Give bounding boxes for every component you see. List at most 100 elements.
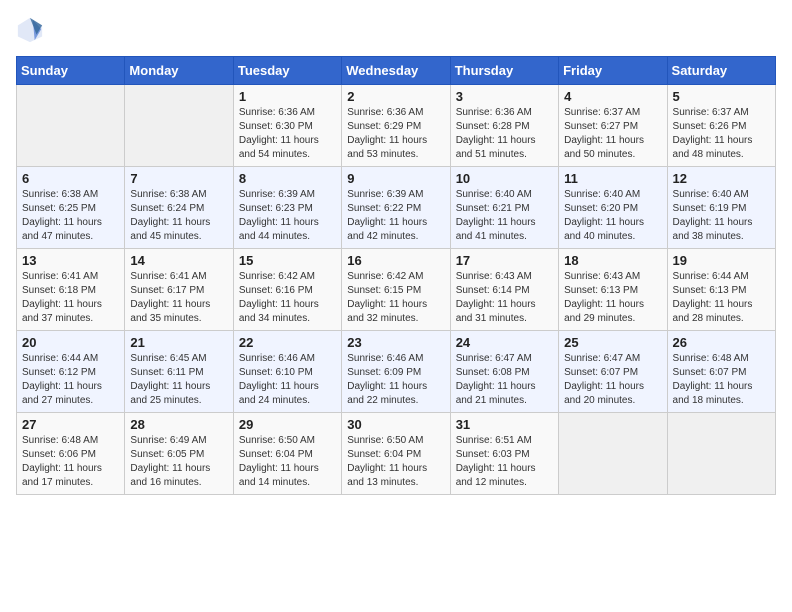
calendar-cell: 30 Sunrise: 6:50 AMSunset: 6:04 PMDayligh… [342, 413, 450, 495]
day-info: Sunrise: 6:37 AMSunset: 6:26 PMDaylight:… [673, 106, 770, 162]
day-number: 21 [130, 335, 227, 350]
day-number: 18 [564, 253, 661, 268]
day-number: 12 [673, 171, 770, 186]
day-info: Sunrise: 6:47 AMSunset: 6:08 PMDaylight:… [456, 352, 553, 408]
day-number: 20 [22, 335, 119, 350]
calendar-cell: 18 Sunrise: 6:43 AMSunset: 6:13 PMDayligh… [559, 249, 667, 331]
day-info: Sunrise: 6:43 AMSunset: 6:13 PMDaylight:… [564, 270, 661, 326]
day-info: Sunrise: 6:50 AMSunset: 6:04 PMDaylight:… [347, 434, 444, 490]
calendar-cell: 25 Sunrise: 6:47 AMSunset: 6:07 PMDayligh… [559, 331, 667, 413]
calendar-cell: 2 Sunrise: 6:36 AMSunset: 6:29 PMDaylight… [342, 85, 450, 167]
day-info: Sunrise: 6:42 AMSunset: 6:15 PMDaylight:… [347, 270, 444, 326]
day-number: 24 [456, 335, 553, 350]
weekday-header-saturday: Saturday [667, 57, 775, 85]
calendar-cell: 14Sunrise: 6:41 AMSunset: 6:17 PMDayligh… [125, 249, 233, 331]
day-number: 27 [22, 417, 119, 432]
day-number: 1 [239, 89, 336, 104]
day-number: 30 [347, 417, 444, 432]
day-info: Sunrise: 6:47 AMSunset: 6:07 PMDaylight:… [564, 352, 661, 408]
calendar-cell: 9Sunrise: 6:39 AMSunset: 6:22 PMDaylight… [342, 167, 450, 249]
day-info: Sunrise: 6:40 AMSunset: 6:21 PMDaylight:… [456, 188, 553, 244]
day-number: 17 [456, 253, 553, 268]
weekday-header-tuesday: Tuesday [233, 57, 341, 85]
calendar-cell: 7 Sunrise: 6:38 AMSunset: 6:24 PMDaylight… [125, 167, 233, 249]
calendar-cell: 26Sunrise: 6:48 AMSunset: 6:07 PMDayligh… [667, 331, 775, 413]
calendar-cell: 16 Sunrise: 6:42 AMSunset: 6:15 PMDayligh… [342, 249, 450, 331]
calendar-cell [125, 85, 233, 167]
day-info: Sunrise: 6:39 AMSunset: 6:23 PMDaylight:… [239, 188, 336, 244]
day-info: Sunrise: 6:36 AMSunset: 6:28 PMDaylight:… [456, 106, 553, 162]
day-info: Sunrise: 6:48 AMSunset: 6:06 PMDaylight:… [22, 434, 119, 490]
day-info: Sunrise: 6:43 AMSunset: 6:14 PMDaylight:… [456, 270, 553, 326]
day-number: 23 [347, 335, 444, 350]
calendar-cell [667, 413, 775, 495]
day-number: 29 [239, 417, 336, 432]
calendar-cell: 8 Sunrise: 6:39 AMSunset: 6:23 PMDaylight… [233, 167, 341, 249]
calendar-table: SundayMondayTuesdayWednesdayThursdayFrid… [16, 56, 776, 495]
calendar-cell: 21Sunrise: 6:45 AMSunset: 6:11 PMDayligh… [125, 331, 233, 413]
day-info: Sunrise: 6:50 AMSunset: 6:04 PMDaylight:… [239, 434, 336, 490]
weekday-header-row: SundayMondayTuesdayWednesdayThursdayFrid… [17, 57, 776, 85]
calendar-cell: 11 Sunrise: 6:40 AMSunset: 6:20 PMDayligh… [559, 167, 667, 249]
day-number: 14 [130, 253, 227, 268]
page-header [16, 16, 776, 44]
day-info: Sunrise: 6:37 AMSunset: 6:27 PMDaylight:… [564, 106, 661, 162]
calendar-cell [559, 413, 667, 495]
day-info: Sunrise: 6:44 AMSunset: 6:12 PMDaylight:… [22, 352, 119, 408]
calendar-cell: 6 Sunrise: 6:38 AMSunset: 6:25 PMDaylight… [17, 167, 125, 249]
day-info: Sunrise: 6:36 AMSunset: 6:30 PMDaylight:… [239, 106, 336, 162]
day-info: Sunrise: 6:46 AMSunset: 6:09 PMDaylight:… [347, 352, 444, 408]
day-info: Sunrise: 6:46 AMSunset: 6:10 PMDaylight:… [239, 352, 336, 408]
calendar-week-4: 20 Sunrise: 6:44 AMSunset: 6:12 PMDayligh… [17, 331, 776, 413]
day-number: 7 [130, 171, 227, 186]
calendar-week-5: 27 Sunrise: 6:48 AMSunset: 6:06 PMDayligh… [17, 413, 776, 495]
day-number: 11 [564, 171, 661, 186]
calendar-cell: 31Sunrise: 6:51 AMSunset: 6:03 PMDayligh… [450, 413, 558, 495]
calendar-cell: 28Sunrise: 6:49 AMSunset: 6:05 PMDayligh… [125, 413, 233, 495]
day-number: 5 [673, 89, 770, 104]
day-number: 31 [456, 417, 553, 432]
day-number: 15 [239, 253, 336, 268]
day-info: Sunrise: 6:38 AMSunset: 6:25 PMDaylight:… [22, 188, 119, 244]
day-number: 16 [347, 253, 444, 268]
calendar-cell: 17 Sunrise: 6:43 AMSunset: 6:14 PMDayligh… [450, 249, 558, 331]
weekday-header-friday: Friday [559, 57, 667, 85]
weekday-header-sunday: Sunday [17, 57, 125, 85]
calendar-cell [17, 85, 125, 167]
calendar-cell: 27 Sunrise: 6:48 AMSunset: 6:06 PMDayligh… [17, 413, 125, 495]
day-number: 3 [456, 89, 553, 104]
calendar-week-2: 6 Sunrise: 6:38 AMSunset: 6:25 PMDaylight… [17, 167, 776, 249]
day-number: 10 [456, 171, 553, 186]
logo-icon [16, 16, 44, 44]
day-info: Sunrise: 6:36 AMSunset: 6:29 PMDaylight:… [347, 106, 444, 162]
day-number: 25 [564, 335, 661, 350]
day-number: 6 [22, 171, 119, 186]
day-number: 13 [22, 253, 119, 268]
calendar-cell: 15 Sunrise: 6:42 AMSunset: 6:16 PMDayligh… [233, 249, 341, 331]
day-number: 26 [673, 335, 770, 350]
day-info: Sunrise: 6:38 AMSunset: 6:24 PMDaylight:… [130, 188, 227, 244]
calendar-cell: 13 Sunrise: 6:41 AMSunset: 6:18 PMDayligh… [17, 249, 125, 331]
calendar-cell: 19 Sunrise: 6:44 AMSunset: 6:13 PMDayligh… [667, 249, 775, 331]
weekday-header-thursday: Thursday [450, 57, 558, 85]
day-info: Sunrise: 6:41 AMSunset: 6:18 PMDaylight:… [22, 270, 119, 326]
calendar-cell: 1 Sunrise: 6:36 AMSunset: 6:30 PMDaylight… [233, 85, 341, 167]
day-number: 4 [564, 89, 661, 104]
logo [16, 16, 48, 44]
day-number: 8 [239, 171, 336, 186]
calendar-cell: 23 Sunrise: 6:46 AMSunset: 6:09 PMDayligh… [342, 331, 450, 413]
day-number: 9 [347, 171, 444, 186]
calendar-cell: 4 Sunrise: 6:37 AMSunset: 6:27 PMDaylight… [559, 85, 667, 167]
day-number: 22 [239, 335, 336, 350]
calendar-cell: 3 Sunrise: 6:36 AMSunset: 6:28 PMDaylight… [450, 85, 558, 167]
day-info: Sunrise: 6:42 AMSunset: 6:16 PMDaylight:… [239, 270, 336, 326]
day-info: Sunrise: 6:40 AMSunset: 6:20 PMDaylight:… [564, 188, 661, 244]
day-number: 2 [347, 89, 444, 104]
calendar-cell: 29 Sunrise: 6:50 AMSunset: 6:04 PMDayligh… [233, 413, 341, 495]
calendar-cell: 5 Sunrise: 6:37 AMSunset: 6:26 PMDaylight… [667, 85, 775, 167]
day-info: Sunrise: 6:44 AMSunset: 6:13 PMDaylight:… [673, 270, 770, 326]
calendar-cell: 10 Sunrise: 6:40 AMSunset: 6:21 PMDayligh… [450, 167, 558, 249]
calendar-cell: 20 Sunrise: 6:44 AMSunset: 6:12 PMDayligh… [17, 331, 125, 413]
calendar-cell: 22 Sunrise: 6:46 AMSunset: 6:10 PMDayligh… [233, 331, 341, 413]
day-number: 19 [673, 253, 770, 268]
